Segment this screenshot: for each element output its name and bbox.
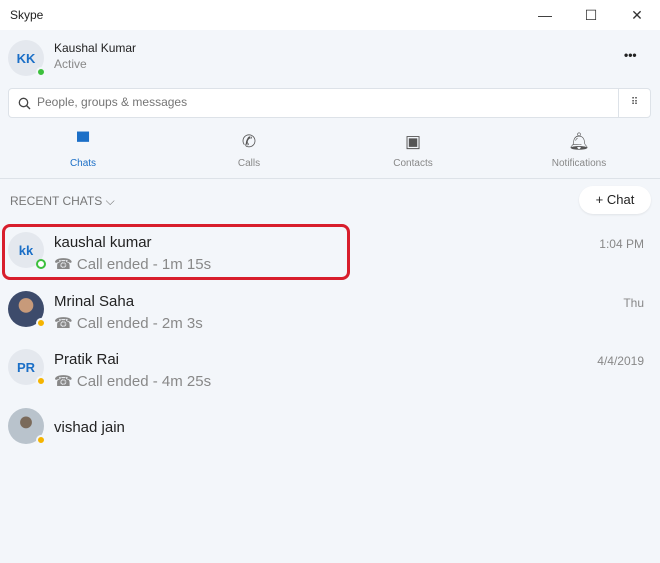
search-input[interactable] <box>37 95 607 109</box>
away-status-icon <box>36 318 46 328</box>
away-status-icon <box>36 376 46 386</box>
preview-text: Call ended - 2m 3s <box>76 315 203 332</box>
profile-status: Active <box>54 57 87 71</box>
call-ended-icon: ☎︎ <box>54 373 77 390</box>
search-icon <box>18 97 31 110</box>
preview-text: Call ended - 4m 25s <box>76 373 212 390</box>
recent-chats-dropdown[interactable]: RECENT CHATS ⌵ <box>10 194 115 209</box>
tab-label: Contacts <box>393 158 433 169</box>
dialpad-icon[interactable]: ⠿ <box>618 89 650 117</box>
more-options-button[interactable]: ••• <box>624 48 637 62</box>
chat-item-vishad-jain[interactable]: vishad jain <box>0 400 660 456</box>
chat-time: 4/4/2019 <box>597 354 644 368</box>
chat-item-pratik-rai[interactable]: PR Pratik Rai ☎︎ Call ended - 4m 25s 4/4… <box>0 341 660 397</box>
chat-name: vishad jain <box>54 419 125 436</box>
recent-chats-label: RECENT CHATS <box>10 194 103 208</box>
chat-time: Thu <box>623 296 644 310</box>
window-title: Skype <box>10 8 44 22</box>
new-chat-button[interactable]: + Chat <box>579 186 651 214</box>
chat-preview: ☎︎ Call ended - 2m 3s <box>54 314 203 332</box>
chat-name: Mrinal Saha <box>54 293 135 310</box>
tab-label: Calls <box>237 158 261 169</box>
tab-label: Chats <box>69 158 97 169</box>
avatar-photo <box>8 408 46 445</box>
maximize-button[interactable]: ☐ <box>568 0 614 30</box>
avatar-photo <box>8 291 46 328</box>
away-status-icon <box>36 435 46 445</box>
avatar: PR <box>8 349 46 386</box>
chat-time: 1:04 PM <box>599 237 644 251</box>
tab-calls[interactable]: ✆ Calls <box>199 132 299 169</box>
close-button[interactable]: ✕ <box>614 0 660 30</box>
chat-item-mrinal-saha[interactable]: Mrinal Saha ☎︎ Call ended - 2m 3s Thu <box>0 283 660 339</box>
call-ended-icon: ☎︎ <box>54 315 77 332</box>
online-status-icon <box>36 67 46 77</box>
chat-name: Pratik Rai <box>54 351 120 368</box>
phone-icon: ✆ <box>241 132 257 151</box>
tab-label: Notifications <box>551 158 607 169</box>
tab-notifications[interactable]: 🔔︎ Notifications <box>529 132 629 169</box>
search-box: ⠿ <box>8 88 651 118</box>
tab-chats[interactable]: ▀ Chats <box>33 132 133 169</box>
minimize-button[interactable]: — <box>522 0 568 30</box>
tab-contacts[interactable]: ▣ Contacts <box>363 132 463 169</box>
chat-icon: ▀ <box>76 132 90 151</box>
avatar-initials: KK <box>16 50 36 66</box>
highlight-box <box>2 224 350 280</box>
contacts-icon: ▣ <box>404 132 422 151</box>
chevron-down-icon: ⌵ <box>105 194 115 208</box>
avatar-initials: PR <box>16 359 36 375</box>
bell-icon: 🔔︎ <box>568 132 590 151</box>
profile-avatar[interactable]: KK <box>8 40 46 77</box>
divider <box>0 178 660 179</box>
profile-name: Kaushal Kumar <box>54 41 137 55</box>
title-bar: Skype — ☐ ✕ <box>0 0 660 30</box>
chat-preview: ☎︎ Call ended - 4m 25s <box>54 372 211 390</box>
